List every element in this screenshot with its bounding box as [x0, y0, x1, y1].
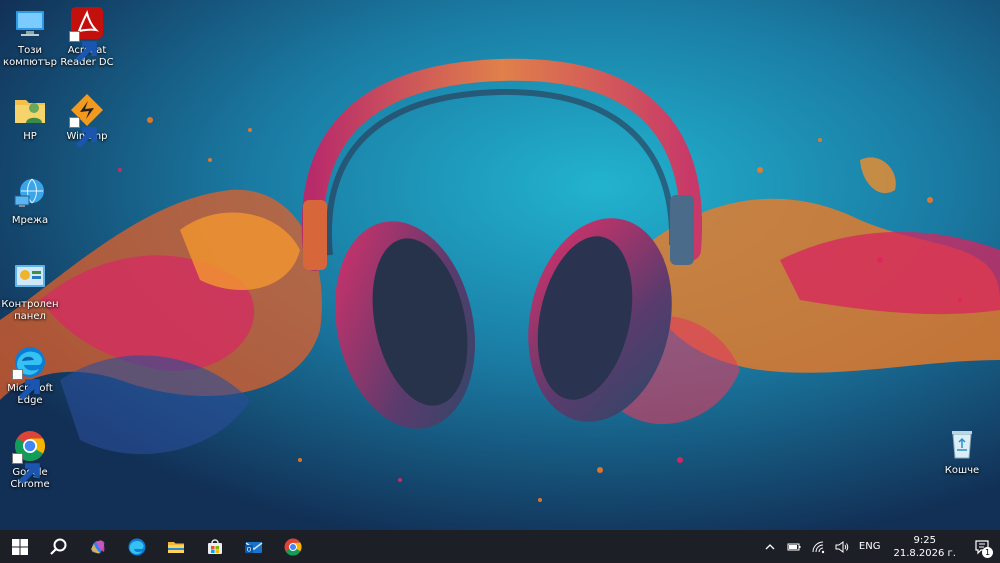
desktop-icon-edge[interactable]: Microsoft Edge: [0, 344, 66, 407]
show-hidden-icons-button[interactable]: [758, 530, 782, 563]
taskbar-chrome-button[interactable]: [273, 530, 312, 563]
volume-button[interactable]: [830, 530, 854, 563]
taskbar-edge-button[interactable]: [117, 530, 156, 563]
system-tray: ENG 9:25 21.8.2026 г. 1: [758, 530, 1000, 563]
shortcut-arrow-icon: [69, 31, 97, 62]
shortcut-arrow-icon: [12, 453, 40, 484]
copilot-button[interactable]: [78, 530, 117, 563]
speaker-icon: [835, 540, 849, 553]
battery-button[interactable]: [782, 530, 806, 563]
copilot-icon: [90, 539, 104, 554]
recycle-bin-icon: [944, 426, 980, 462]
shortcut-arrow-icon: [69, 117, 97, 148]
desktop-icon-acrobat[interactable]: Acrobat Reader DC: [51, 6, 123, 69]
computer-icon: [12, 6, 48, 42]
shortcut-arrow-icon: [12, 369, 40, 400]
desktop-icon-control-panel[interactable]: Контролен панел: [0, 260, 66, 323]
chrome-icon: [12, 428, 48, 484]
desktop-icon-label: Контролен панел: [1, 299, 59, 322]
language-indicator[interactable]: ENG: [854, 530, 886, 563]
wifi-icon: [812, 541, 825, 553]
control-panel-icon: [12, 260, 48, 296]
desktop-icon-label: Кошче: [944, 465, 980, 476]
notification-count-badge: 1: [982, 547, 993, 558]
network-icon: [12, 176, 48, 212]
desktop-icon-winamp[interactable]: Winamp: [51, 92, 123, 148]
store-icon: [207, 538, 222, 554]
clock-time: 9:25: [913, 534, 936, 546]
desktop-wallpaper: [0, 0, 1000, 530]
desktop-icon-recycle-bin[interactable]: Кошче: [926, 426, 998, 477]
edge-icon: [12, 344, 48, 400]
battery-icon: [787, 543, 801, 550]
mail-icon: O: [244, 541, 262, 553]
winamp-icon: [69, 92, 105, 148]
clock[interactable]: 9:25 21.8.2026 г.: [885, 534, 964, 560]
desktop-icon-chrome[interactable]: Google Chrome: [0, 428, 66, 491]
file-explorer-button[interactable]: [156, 530, 195, 563]
svg-text:O: O: [246, 546, 251, 553]
desktop-icon-label: Мрежа: [11, 215, 49, 226]
taskbar: O ENG 9:25 21.8.2026 г. 1: [0, 530, 1000, 563]
mail-button[interactable]: O: [234, 530, 273, 563]
search-icon: [49, 538, 66, 555]
network-button[interactable]: [806, 530, 830, 563]
chrome-icon: [284, 538, 302, 556]
acrobat-icon: [69, 6, 105, 62]
search-button[interactable]: [39, 530, 78, 563]
file-explorer-icon: [167, 541, 184, 553]
start-button[interactable]: [0, 530, 39, 563]
edge-icon: [128, 538, 145, 555]
store-button[interactable]: [195, 530, 234, 563]
chevron-up-icon: [765, 543, 775, 549]
user-folder-icon: [12, 92, 48, 128]
notification-center-button[interactable]: 1: [964, 530, 1000, 563]
desktop-icon-network[interactable]: Мрежа: [0, 176, 66, 227]
clock-date: 21.8.2026 г.: [893, 547, 956, 559]
start-icon: [11, 538, 28, 555]
